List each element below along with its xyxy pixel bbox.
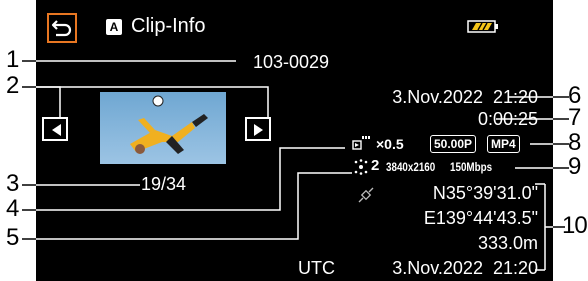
callout-number: 5	[6, 224, 20, 251]
callout-number: 1	[6, 46, 20, 73]
callout-number: 9	[568, 153, 582, 180]
callout-number: 2	[6, 72, 20, 99]
callout-number: 4	[6, 195, 20, 222]
callout-lines	[22, 60, 569, 271]
callout-number: 7	[568, 104, 582, 131]
callout-number: 3	[6, 170, 20, 197]
callout-number: 8	[568, 129, 582, 156]
callout-number: 10	[562, 212, 588, 239]
